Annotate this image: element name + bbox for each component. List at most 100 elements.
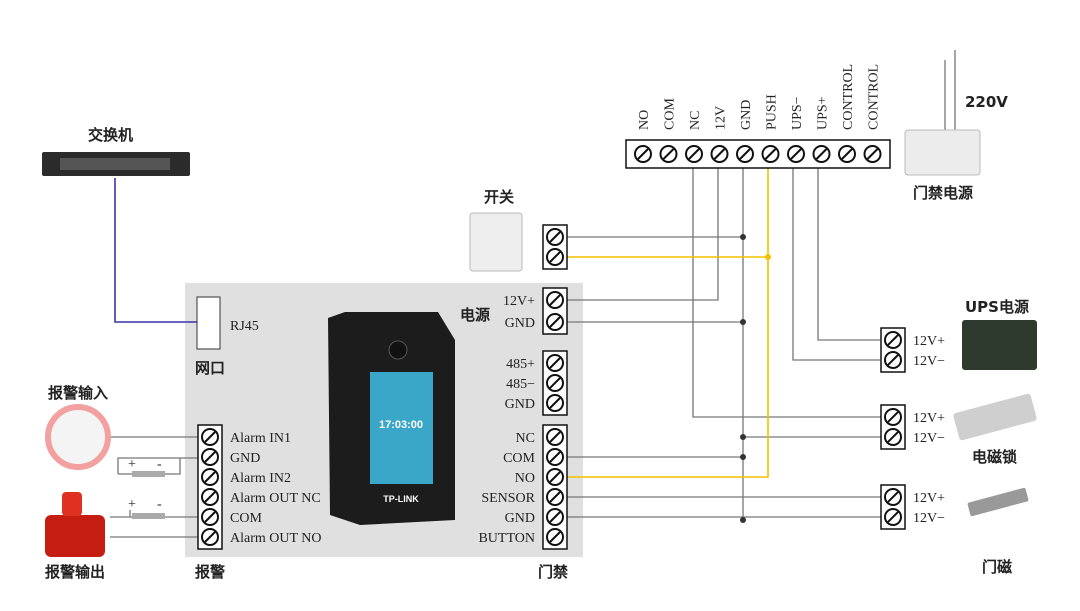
terminal-screw[interactable] xyxy=(546,528,564,546)
exit-button-image xyxy=(469,212,523,272)
terminal-screw[interactable] xyxy=(710,145,729,163)
terminal-label: UPS+ xyxy=(816,96,831,130)
terminal-screw[interactable] xyxy=(201,468,219,486)
terminal-label: BUTTON xyxy=(478,531,535,546)
terminal-screw[interactable] xyxy=(787,145,805,163)
terminal-screw[interactable] xyxy=(884,351,902,369)
network-port-label: 网口 xyxy=(195,359,225,377)
terminal-label: 12V+ xyxy=(913,411,945,426)
terminal-screw[interactable] xyxy=(201,448,219,466)
alarm-label: 报警 xyxy=(195,563,225,581)
wire-nc-lock xyxy=(692,168,885,418)
power-label: 电源 xyxy=(460,306,490,324)
terminal-label: GND xyxy=(505,397,535,412)
resistor xyxy=(132,513,165,519)
terminal-screw[interactable] xyxy=(201,428,219,446)
terminal-screw[interactable] xyxy=(761,145,780,163)
wire-gnd-branches xyxy=(565,236,885,458)
terminal-label: GND xyxy=(230,451,260,466)
terminal-label: NO xyxy=(637,110,652,130)
terminal-screw[interactable] xyxy=(546,228,564,246)
door-power-label: 门禁电源 xyxy=(913,184,973,202)
terminal-screw[interactable] xyxy=(201,528,219,546)
terminal-screw[interactable] xyxy=(884,408,902,426)
terminal-label: 12V− xyxy=(913,431,945,446)
terminal-screw[interactable] xyxy=(546,428,564,446)
terminal-screw[interactable] xyxy=(201,508,219,526)
terminal-label: COM xyxy=(230,511,262,526)
terminal-label: Alarm OUT NC xyxy=(230,491,321,506)
diagram-canvas: NO COM NC 12V GND PUSH UPS− UPS+ CONTROL CONTROL 1… xyxy=(42,50,1037,581)
door-power-supply-image xyxy=(904,129,981,176)
terminal-label: UPS− xyxy=(790,96,805,130)
rj45-port[interactable] xyxy=(196,296,221,350)
screen-clock: 17:03:00 xyxy=(379,419,423,431)
terminal-label: GND xyxy=(739,100,754,130)
terminal-label: NC xyxy=(516,431,535,446)
terminal-label: GND xyxy=(505,316,535,331)
plus-sign: + xyxy=(128,457,136,472)
terminal-label: 12V+ xyxy=(503,294,535,309)
terminal-label: Alarm IN1 xyxy=(230,431,291,446)
terminal-screw[interactable] xyxy=(546,488,564,506)
terminal-label: Alarm OUT NO xyxy=(230,531,322,546)
minus-sign: - xyxy=(157,497,162,512)
terminal-label: NC xyxy=(688,111,703,130)
terminal-label: COM xyxy=(663,98,678,130)
terminal-screw[interactable] xyxy=(812,145,831,163)
wire-12v xyxy=(565,168,719,301)
wiring-diagram: NO COM NC 12V GND PUSH UPS− UPS+ CONTROL CONTROL 1… xyxy=(0,0,1080,611)
terminal-label: COM xyxy=(503,451,535,466)
wire-mains xyxy=(944,50,956,130)
terminal-screw[interactable] xyxy=(546,313,564,331)
plus-sign: + xyxy=(128,497,136,512)
terminal-screw[interactable] xyxy=(201,488,219,506)
terminal-screw[interactable] xyxy=(546,394,564,412)
terminal-label: 485+ xyxy=(506,357,535,372)
terminal-screw[interactable] xyxy=(546,354,564,372)
terminal-screw[interactable] xyxy=(838,145,856,163)
terminal-screw[interactable] xyxy=(546,374,564,392)
brand-logo: TP-LINK xyxy=(383,494,419,504)
terminal-screw[interactable] xyxy=(884,428,902,446)
terminal-screw[interactable] xyxy=(884,331,902,349)
terminal-label: PUSH xyxy=(765,94,780,130)
wire-sensor xyxy=(565,496,885,518)
magnetic-lock-image xyxy=(953,393,1037,441)
terminal-label: 12V− xyxy=(913,511,945,526)
door-sensor-image xyxy=(967,487,1029,517)
terminal-screw[interactable] xyxy=(659,145,678,163)
door-sensor-label: 门磁 xyxy=(982,558,1012,576)
terminal-screw[interactable] xyxy=(736,145,754,163)
rj45-label: RJ45 xyxy=(230,319,259,334)
alarm-input-label: 报警输入 xyxy=(48,384,108,402)
access-label: 门禁 xyxy=(538,563,568,581)
lock-label: 电磁锁 xyxy=(972,448,1017,466)
terminal-screw[interactable] xyxy=(546,508,564,526)
terminal-label: 485− xyxy=(506,377,535,392)
terminal-screw[interactable] xyxy=(884,508,902,526)
terminal-screw[interactable] xyxy=(546,468,564,486)
terminal-label: 12V+ xyxy=(913,334,945,349)
terminal-label: SENSOR xyxy=(481,491,535,506)
terminal-screw[interactable] xyxy=(546,448,564,466)
exit-button-label: 开关 xyxy=(484,188,514,206)
terminal-label: GND xyxy=(505,511,535,526)
switch-label: 交换机 xyxy=(88,126,133,144)
wire-ups xyxy=(792,168,880,361)
terminal-screw[interactable] xyxy=(685,145,703,163)
minus-sign: - xyxy=(157,457,162,472)
terminal-label: Alarm IN2 xyxy=(230,471,291,486)
terminal-screw[interactable] xyxy=(884,488,902,506)
terminal-screw[interactable] xyxy=(546,248,564,266)
alarm-output-label: 报警输出 xyxy=(45,563,105,581)
face-recognition-terminal-image: 17:03:00 TP-LINK xyxy=(328,312,455,525)
siren-image xyxy=(45,515,105,557)
terminal-label: 12V− xyxy=(913,354,945,369)
terminal-screw[interactable] xyxy=(546,291,564,309)
ups-label: UPS电源 xyxy=(965,298,1029,316)
terminal-label: CONTROL xyxy=(867,64,882,130)
terminal-label: 12V+ xyxy=(913,491,945,506)
terminal-screw[interactable] xyxy=(863,145,882,163)
terminal-screw[interactable] xyxy=(634,145,652,163)
